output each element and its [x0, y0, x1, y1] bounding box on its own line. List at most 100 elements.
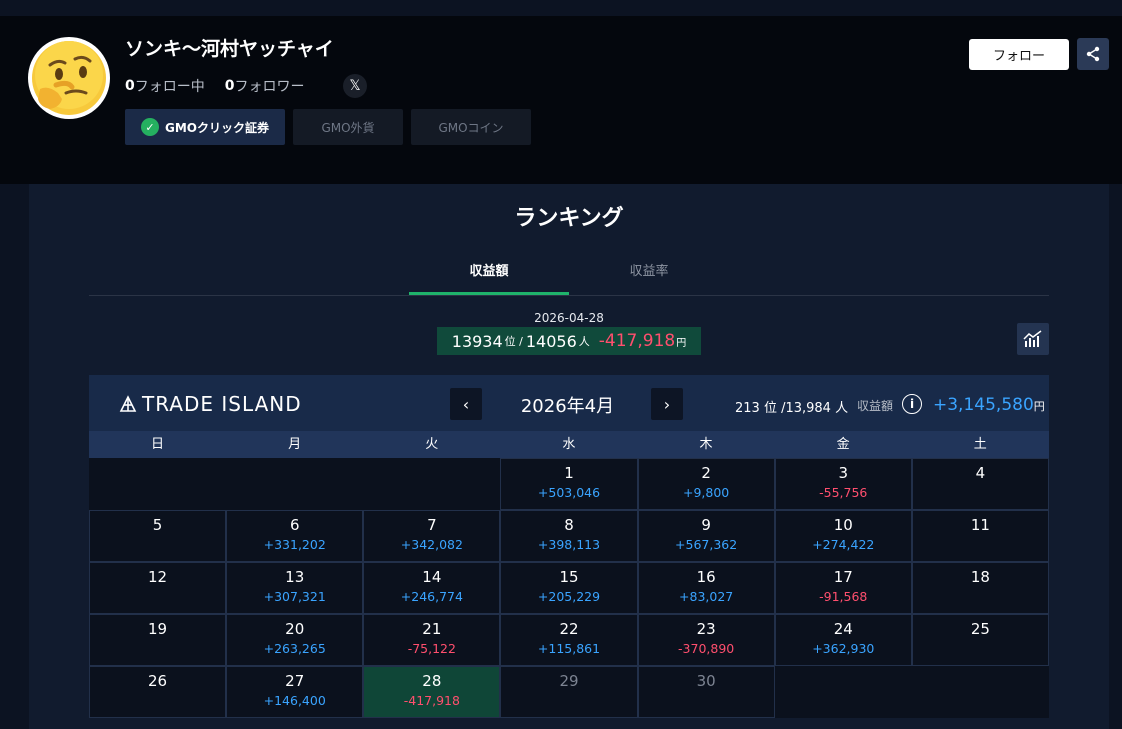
monthly-pl-value: +3,145,580 — [933, 395, 1034, 415]
weekday-label: 木 — [699, 437, 713, 452]
chart-button[interactable] — [1017, 323, 1049, 355]
day-number: 26 — [148, 672, 168, 690]
day-pl: -55,756 — [819, 485, 868, 500]
calendar-day-cell[interactable]: 13 +307,321 — [226, 562, 364, 614]
calendar-day-cell[interactable]: 28 -417,918 — [363, 666, 501, 718]
share-button[interactable] — [1077, 38, 1109, 70]
calendar-day-cell[interactable]: 3 -55,756 — [774, 458, 912, 510]
calendar-day-cell[interactable]: 16 +83,027 — [637, 562, 775, 614]
following-count[interactable]: 0 — [125, 78, 135, 94]
weekday-header: 日月火水木金土 — [89, 431, 1049, 458]
weekday-label: 金 — [836, 437, 850, 452]
weekday-label: 水 — [562, 437, 576, 452]
calendar-empty-cell — [363, 458, 501, 510]
tab-profit-amount[interactable]: 収益額 — [409, 260, 569, 279]
calendar-day-cell[interactable]: 25 — [911, 614, 1049, 666]
day-number: 27 — [285, 672, 305, 690]
calendar-empty-cell — [774, 666, 912, 718]
day-number: 3 — [838, 464, 849, 482]
day-number: 15 — [559, 568, 579, 586]
calendar-empty-cell — [911, 666, 1049, 718]
day-pl: +567,362 — [675, 537, 738, 552]
day-number: 12 — [148, 568, 168, 586]
rank-unit: 位 / — [504, 335, 523, 348]
day-pl: -370,890 — [678, 641, 735, 656]
calendar-day-cell[interactable]: 20 +263,265 — [226, 614, 364, 666]
calendar-day-cell[interactable]: 27 +146,400 — [226, 666, 364, 718]
day-pl: +274,422 — [812, 537, 875, 552]
weekday-label: 火 — [425, 437, 439, 452]
calendar-day-cell[interactable]: 29 — [500, 666, 638, 718]
weekday-label: 月 — [288, 437, 302, 452]
day-number: 28 — [422, 672, 442, 690]
day-number: 10 — [833, 516, 853, 534]
weekday-label: 日 — [151, 437, 165, 452]
followers-count[interactable]: 0 — [225, 78, 235, 94]
follow-stats: 0 フォロー中 0 フォロワー — [125, 76, 305, 96]
calendar-day-cell[interactable]: 4 — [911, 458, 1049, 510]
chip-gmo-coin[interactable]: GMOコイン — [411, 109, 531, 145]
calendar-day-cell[interactable]: 18 — [911, 562, 1049, 614]
calendar-day-cell[interactable]: 14 +246,774 — [363, 562, 501, 614]
profile-name: ソンキ〜河村ヤッチャイ — [125, 38, 334, 60]
day-pl: +146,400 — [263, 693, 326, 708]
day-number: 23 — [696, 620, 716, 638]
calendar-day-cell[interactable]: 6 +331,202 — [226, 510, 364, 562]
tab-profit-rate[interactable]: 収益率 — [569, 260, 729, 279]
next-month-button[interactable]: › — [651, 388, 683, 420]
calendar-day-cell[interactable]: 23 -370,890 — [637, 614, 775, 666]
rank-value: 13934 — [451, 331, 503, 351]
followers-label[interactable]: フォロワー — [235, 76, 305, 96]
calendar-day-cell[interactable]: 12 — [89, 562, 227, 614]
calendar-day-cell[interactable]: 5 — [89, 510, 227, 562]
weekday-label: 土 — [973, 437, 987, 452]
prev-month-button[interactable]: ‹ — [450, 388, 482, 420]
calendar-day-cell[interactable]: 15 +205,229 — [500, 562, 638, 614]
calendar-day-cell[interactable]: 1 +503,046 — [500, 458, 638, 510]
day-number: 18 — [970, 568, 990, 586]
day-number: 17 — [833, 568, 853, 586]
day-pl: +83,027 — [679, 589, 734, 604]
calendar-day-cell[interactable]: 17 -91,568 — [774, 562, 912, 614]
day-pl: +503,046 — [537, 485, 601, 500]
day-number: 14 — [422, 568, 442, 586]
calendar-day-cell[interactable]: 8 +398,113 — [500, 510, 638, 562]
day-number: 6 — [289, 516, 300, 534]
day-number: 7 — [427, 516, 437, 534]
calendar-day-cell[interactable]: 7 +342,082 — [363, 510, 501, 562]
day-number: 9 — [701, 516, 711, 534]
logo-text: TRADE ISLAND — [142, 392, 302, 416]
chip-gmo-fx[interactable]: GMO外貨 — [293, 109, 403, 145]
day-pl: +263,265 — [263, 641, 326, 656]
daily-pl: -417,918 — [598, 331, 676, 351]
day-pl: +115,861 — [537, 641, 601, 656]
profit-label: 収益額 — [857, 399, 894, 413]
x-logo-icon[interactable]: 𝕏 — [343, 74, 367, 98]
day-number: 25 — [970, 620, 990, 638]
day-number: 19 — [148, 620, 168, 638]
calendar-day-cell[interactable]: 30 — [637, 666, 775, 718]
follow-button[interactable]: フォロー — [969, 39, 1069, 70]
calendar-day-cell[interactable]: 24 +362,930 — [774, 614, 912, 666]
island-icon — [119, 395, 137, 412]
following-label[interactable]: フォロー中 — [135, 76, 205, 96]
chip-gmo-click[interactable]: ✓ GMOクリック証券 — [125, 109, 285, 145]
chevron-left-icon: ‹ — [462, 394, 470, 414]
total-value: 14056 — [525, 331, 577, 351]
calendar-day-cell[interactable]: 2 +9,800 — [637, 458, 775, 510]
thinking-face-icon — [32, 41, 106, 115]
daily-rank-box: 13934 位 / 14056 人 -417,918 円 — [437, 327, 701, 355]
calendar-day-cell[interactable]: 19 — [89, 614, 227, 666]
day-pl: +331,202 — [263, 537, 326, 552]
info-icon[interactable]: i — [902, 394, 922, 414]
day-number: 11 — [970, 516, 990, 534]
calendar-day-cell[interactable]: 26 — [89, 666, 227, 718]
calendar-day-cell[interactable]: 21 -75,122 — [363, 614, 501, 666]
calendar-day-cell[interactable]: 10 +274,422 — [774, 510, 912, 562]
calendar-day-cell[interactable]: 9 +567,362 — [637, 510, 775, 562]
chip-label: GMOクリック証券 — [165, 120, 269, 135]
calendar-day-cell[interactable]: 11 — [911, 510, 1049, 562]
chevron-right-icon: › — [663, 394, 671, 414]
day-pl: +9,800 — [683, 485, 730, 500]
calendar-day-cell[interactable]: 22 +115,861 — [500, 614, 638, 666]
